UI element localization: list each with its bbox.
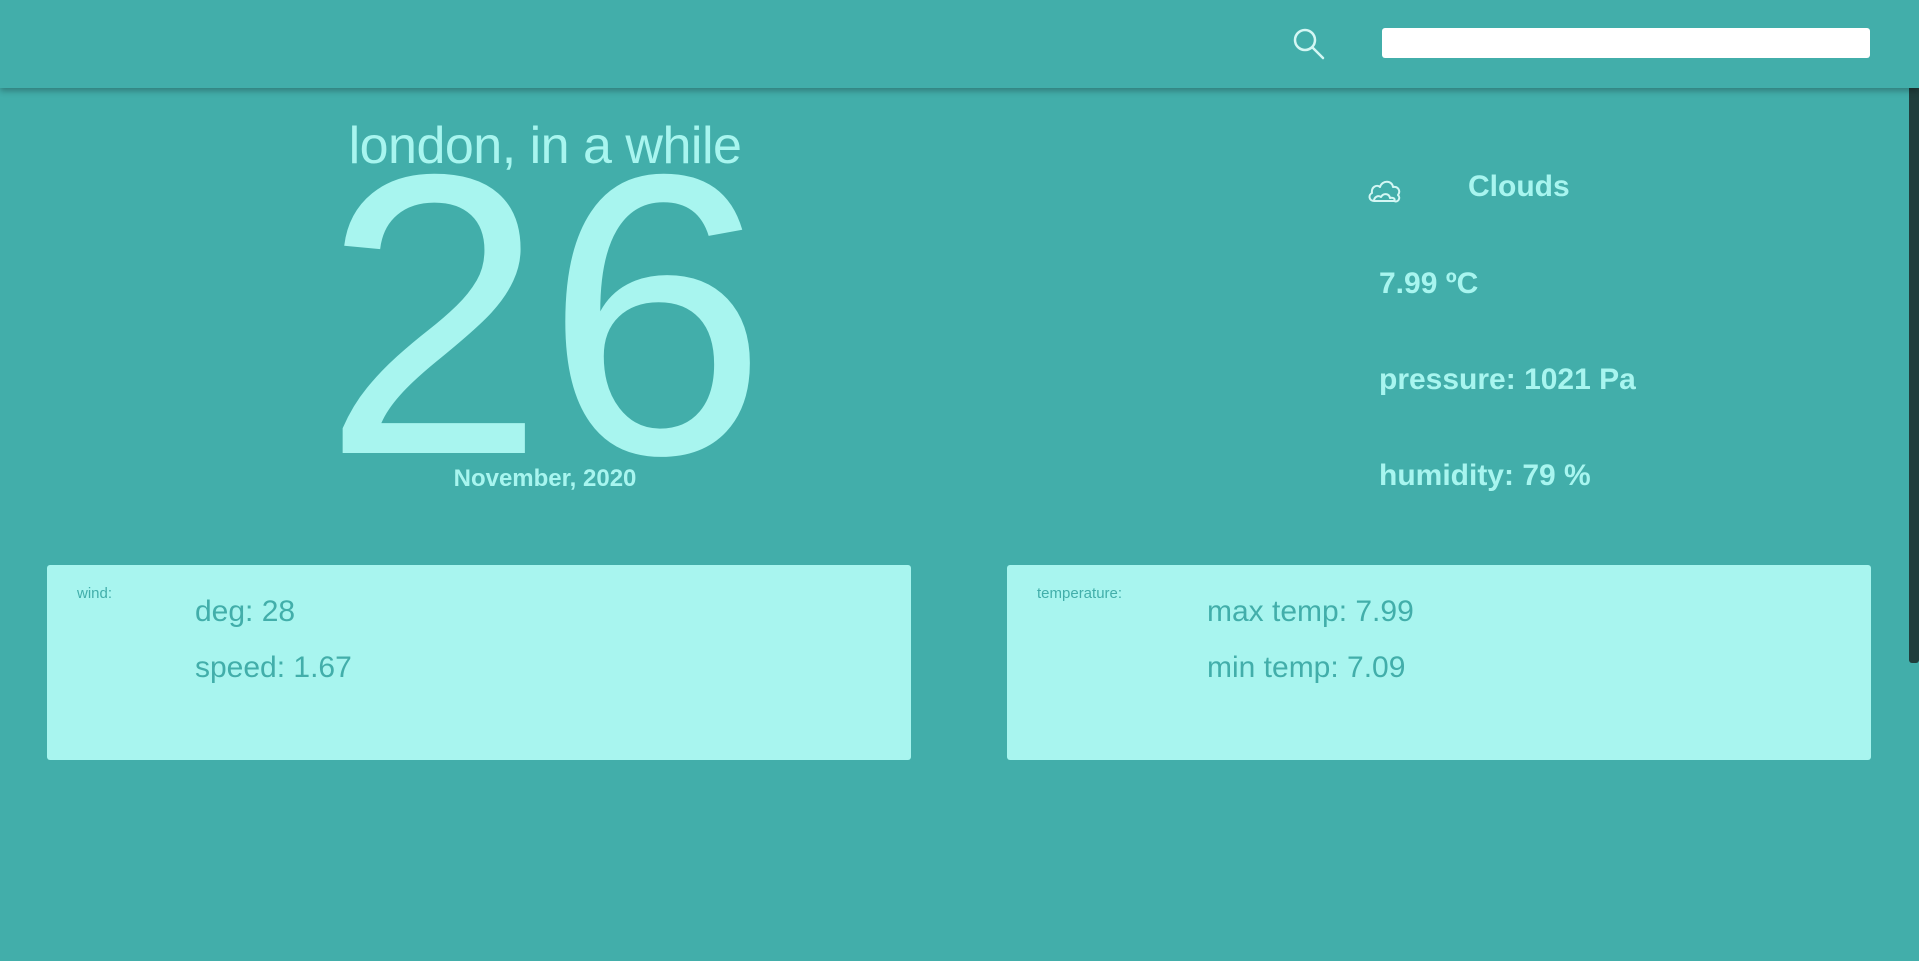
- pressure-value: pressure: 1021 Pa: [1379, 363, 1636, 396]
- month-year: November, 2020: [453, 465, 637, 492]
- humidity-value: humidity: 79 %: [1379, 459, 1591, 492]
- search-icon[interactable]: [1290, 25, 1328, 63]
- wind-deg: deg: 28: [195, 595, 296, 628]
- scrollbar-thumb[interactable]: [1909, 88, 1919, 663]
- top-bar: [0, 0, 1919, 88]
- max-temp: max temp: 7.99: [1207, 595, 1414, 628]
- temperature-value: 7.99 ºC: [1379, 267, 1479, 300]
- day-number: 26: [322, 91, 768, 538]
- search-input[interactable]: [1382, 28, 1870, 58]
- min-temp: min temp: 7.09: [1207, 651, 1406, 684]
- temperature-card-label: temperature:: [1037, 585, 1123, 602]
- condition-label: Clouds: [1468, 170, 1570, 203]
- wind-card: wind: deg: 28 speed: 1.67: [47, 565, 911, 760]
- temperature-card: temperature: max temp: 7.99 min temp: 7.…: [1007, 565, 1871, 760]
- cloud-icon: [1365, 170, 1405, 210]
- wind-card-label: wind:: [77, 585, 113, 602]
- wind-speed: speed: 1.67: [195, 651, 352, 684]
